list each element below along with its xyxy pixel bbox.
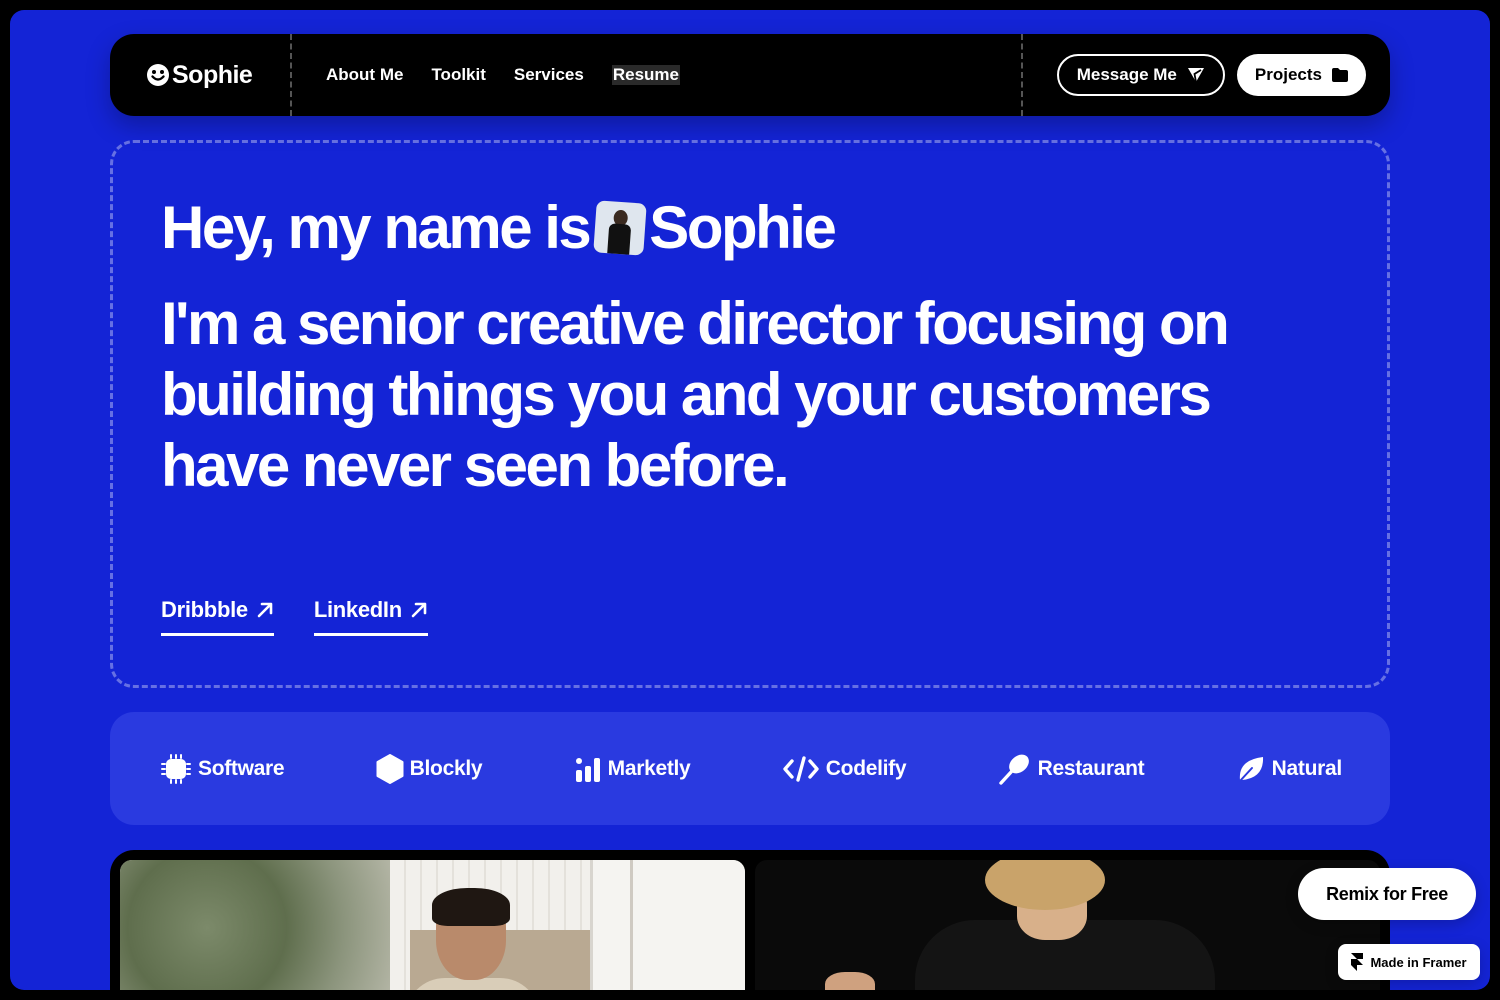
- code-icon: [783, 755, 819, 782]
- brand-natural: Natural: [1236, 754, 1342, 784]
- message-me-button[interactable]: Message Me: [1056, 54, 1225, 96]
- brand-logos-bar: Software Blockly Marketly Codelify Resta…: [110, 712, 1390, 825]
- hero-section: Hey, my name is Sophie I'm a senior crea…: [110, 140, 1390, 688]
- brand-codelify: Codelify: [782, 755, 907, 782]
- door: [590, 860, 745, 990]
- nav-link-about-me[interactable]: About Me: [326, 65, 403, 85]
- made-in-framer-badge[interactable]: Made in Framer: [1338, 944, 1480, 980]
- arrow-up-right-icon: [257, 602, 273, 618]
- top-nav: Sophie About Me Toolkit Services Resume …: [110, 34, 1390, 116]
- nav-link-resume[interactable]: Resume: [611, 65, 680, 85]
- person-hair: [432, 888, 510, 926]
- dribbble-link[interactable]: Dribbble: [161, 597, 274, 636]
- avatar-body: [607, 223, 632, 256]
- brand-blockly-label: Blockly: [409, 756, 483, 780]
- plant-image-area: [120, 860, 410, 990]
- logo-text: Sophie: [172, 60, 253, 89]
- social-links: Dribbble LinkedIn: [161, 597, 428, 636]
- framer-logo-icon: [1351, 953, 1364, 971]
- spoon-icon: [998, 754, 1029, 785]
- smiley-logo-icon: [147, 64, 169, 86]
- message-me-label: Message Me: [1076, 65, 1177, 84]
- bar-chart-icon: [575, 757, 600, 782]
- linkedin-label: LinkedIn: [313, 597, 402, 622]
- brand-blockly: Blockly: [376, 753, 483, 784]
- brand-restaurant: Restaurant: [998, 752, 1145, 786]
- nav-links: About Me Toolkit Services Resume: [292, 65, 1021, 85]
- made-in-framer-label: Made in Framer: [1370, 954, 1467, 970]
- brand-software-label: Software: [198, 756, 285, 780]
- hero-greeting-name: Sophie: [649, 194, 837, 261]
- brand-marketly-label: Marketly: [607, 756, 691, 780]
- project-card[interactable]: [755, 860, 1380, 990]
- brand-codelify-label: Codelify: [825, 756, 907, 780]
- brand-software: Software: [160, 753, 285, 785]
- logo[interactable]: Sophie: [110, 61, 290, 90]
- nav-link-services[interactable]: Services: [514, 65, 584, 85]
- remix-for-free-button[interactable]: Remix for Free: [1298, 868, 1476, 920]
- nav-link-toolkit[interactable]: Toolkit: [431, 65, 485, 85]
- door-frame: [630, 860, 633, 990]
- hero-greeting-prefix: Hey, my name is: [161, 194, 592, 261]
- person-hair: [985, 860, 1105, 910]
- send-icon: [1187, 68, 1204, 83]
- linkedin-link[interactable]: LinkedIn: [313, 597, 428, 636]
- projects-button[interactable]: Projects: [1236, 54, 1366, 96]
- hero-subtitle: I'm a senior creative director focusing …: [161, 290, 1230, 499]
- brand-restaurant-label: Restaurant: [1037, 756, 1145, 780]
- projects-label: Projects: [1254, 65, 1322, 84]
- brand-marketly: Marketly: [574, 755, 691, 783]
- nav-actions: Message Me Projects: [1023, 54, 1390, 96]
- arrow-up-right-icon: [411, 602, 427, 618]
- page-frame: Sophie About Me Toolkit Services Resume …: [10, 10, 1490, 990]
- dribbble-label: Dribbble: [161, 597, 248, 622]
- leaf-icon: [1238, 756, 1263, 782]
- person-hand: [825, 972, 875, 990]
- brand-natural-label: Natural: [1271, 756, 1343, 780]
- folder-icon: [1332, 68, 1348, 82]
- project-card[interactable]: [120, 860, 745, 990]
- projects-gallery: [110, 850, 1390, 990]
- hero-title: Hey, my name is Sophie: [161, 193, 837, 263]
- avatar: [593, 200, 648, 256]
- hexagon-icon: [376, 753, 404, 784]
- chip-icon: [161, 753, 191, 784]
